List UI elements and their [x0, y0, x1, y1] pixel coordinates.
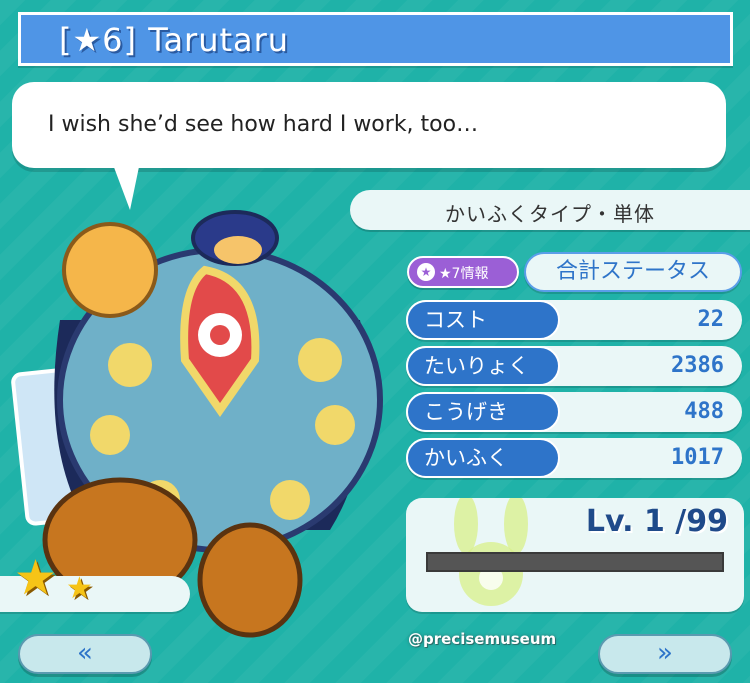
- level-text: Lv. 1 /99: [585, 504, 728, 539]
- star7-info-label: ★7情報: [439, 266, 489, 282]
- stat-row-hp: たいりょく 2386: [406, 346, 742, 386]
- star-icon: ★: [66, 571, 93, 606]
- stat-value: 22: [697, 307, 725, 332]
- character-title: [★6] Tarutaru: [59, 21, 290, 59]
- stat-value: 488: [684, 399, 724, 424]
- speech-bubble: I wish she’d see how hard I work, too…: [12, 82, 726, 168]
- star-icon: ★: [14, 550, 58, 606]
- type-label: かいふくタイプ・単体: [445, 202, 655, 226]
- stat-label: コスト: [406, 300, 560, 340]
- previous-button[interactable]: «: [18, 634, 152, 674]
- stat-value: 1017: [671, 445, 724, 470]
- type-banner: かいふくタイプ・単体: [350, 190, 750, 230]
- total-status-button[interactable]: 合計ステータス: [524, 252, 742, 292]
- stat-row-cost: コスト 22: [406, 300, 742, 340]
- refresh-icon: ★: [417, 263, 435, 281]
- next-button[interactable]: »: [598, 634, 732, 674]
- watermark: @precisemuseum: [408, 630, 557, 648]
- stat-label: こうげき: [406, 392, 560, 432]
- stat-label: たいりょく: [406, 346, 560, 386]
- dialogue-text: I wish she’d see how hard I work, too…: [48, 112, 479, 137]
- stat-value: 2386: [671, 353, 724, 378]
- title-bar: [★6] Tarutaru: [18, 12, 733, 66]
- star7-info-button[interactable]: ★ ★7情報: [407, 256, 519, 288]
- level-panel: Lv. 1 /99: [406, 498, 744, 612]
- stat-row-recovery: かいふく 1017: [406, 438, 742, 478]
- stat-row-attack: こうげき 488: [406, 392, 742, 432]
- level-progress-bar: [426, 552, 724, 572]
- stat-label: かいふく: [406, 438, 560, 478]
